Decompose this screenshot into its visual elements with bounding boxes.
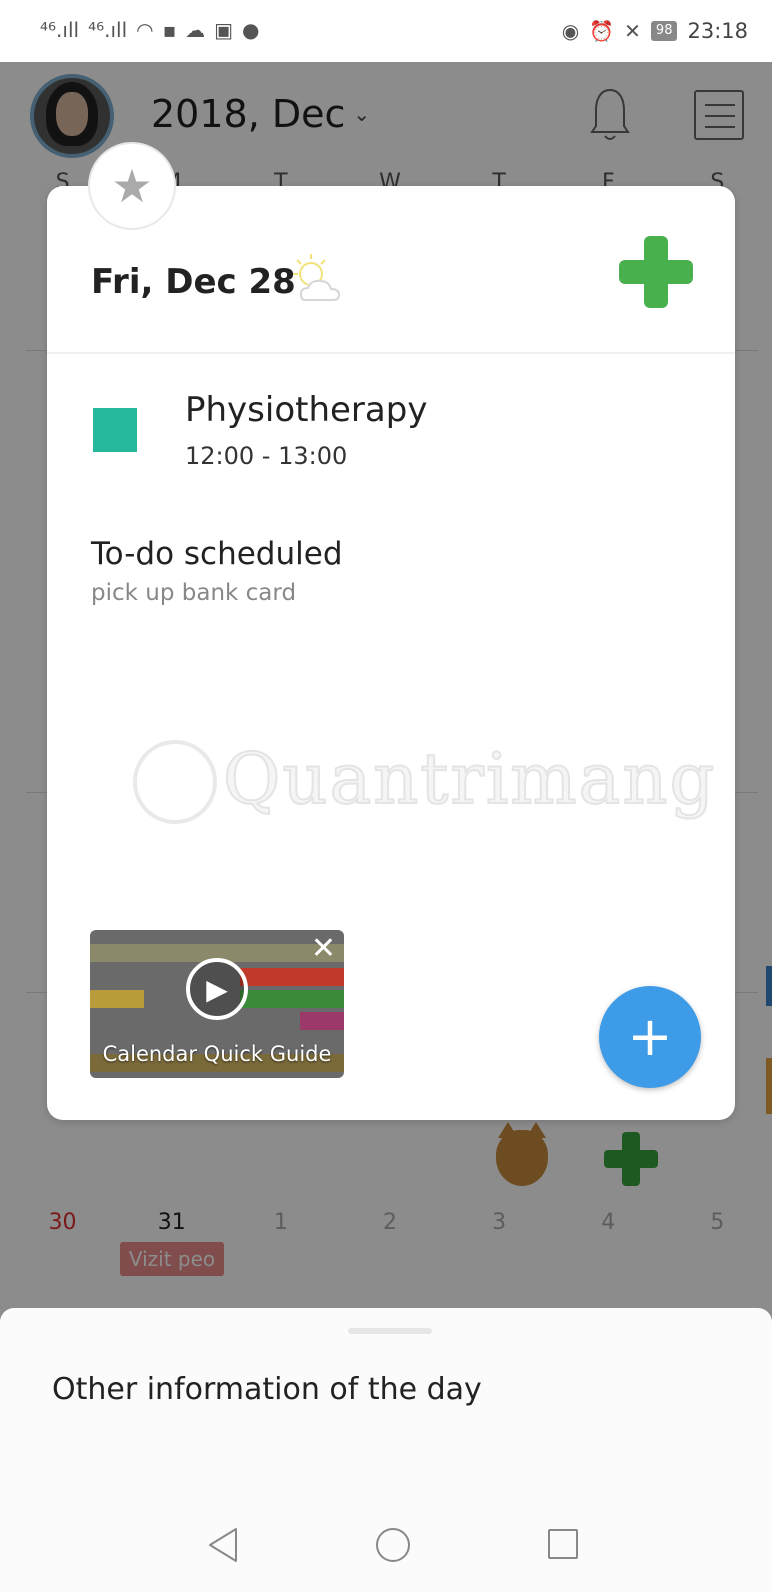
watermark-text: Quantrimang (222, 737, 717, 821)
star-icon: ★ (111, 159, 153, 213)
event-item[interactable]: Physiotherapy 12:00 - 13:00 (91, 386, 691, 486)
partly-cloudy-icon (293, 254, 341, 301)
divider (47, 352, 735, 354)
todo-section-title: To-do scheduled (91, 536, 343, 572)
gallery-icon: ▣ (214, 18, 234, 42)
mute-icon: ✕ (624, 19, 641, 43)
clock: 23:18 (687, 19, 748, 43)
todo-item[interactable]: pick up bank card (91, 580, 296, 606)
status-icons-left: ⁴⁶.ıll ⁴⁶.ıll ◠ ▪ ☁ ▣ ● (40, 18, 260, 42)
cloud-icon: ☁ (185, 18, 206, 42)
event-color-swatch (93, 408, 137, 452)
thumbnail-stripe (300, 1012, 344, 1030)
recent-apps-icon[interactable] (548, 1529, 578, 1559)
thumbnail-stripe (240, 968, 344, 986)
battery-indicator: 98 (650, 21, 678, 41)
eye-comfort-icon: ◉ (561, 19, 580, 43)
back-icon[interactable] (206, 1526, 240, 1564)
green-cross-icon[interactable] (619, 236, 693, 308)
home-icon[interactable] (376, 1528, 410, 1562)
favorite-button[interactable]: ★ (88, 142, 176, 230)
status-bar: ⁴⁶.ıll ⁴⁶.ıll ◠ ▪ ☁ ▣ ● ◉ ⏰ ✕ 98 23:18 (0, 0, 772, 62)
system-navigation-bar (0, 1508, 772, 1592)
event-time: 12:00 - 13:00 (185, 442, 348, 470)
lightbulb-icon (133, 740, 217, 824)
alarm-icon: ⏰ (589, 19, 615, 43)
selected-date: Fri, Dec 28 (91, 262, 296, 302)
thumbnail-stripe (90, 990, 144, 1008)
watermark: Quantrimang (127, 734, 715, 834)
signal-icon: ⁴⁶.ıll (40, 18, 80, 42)
quick-guide-label: Calendar Quick Guide (102, 1042, 332, 1066)
play-icon[interactable]: ▶ (186, 958, 248, 1020)
add-event-button[interactable]: + (599, 986, 701, 1088)
thumbnail-stripe (240, 990, 344, 1008)
bottom-sheet-title: Other information of the day (52, 1372, 482, 1407)
event-title: Physiotherapy (185, 390, 428, 430)
day-detail-card: ★ Fri, Dec 28 Physiotherapy 12:00 - 13:0… (47, 142, 735, 1120)
close-icon[interactable]: ✕ (311, 934, 336, 964)
bottom-sheet[interactable]: Other information of the day (0, 1308, 772, 1508)
quick-guide-video[interactable]: ▶ ✕ Calendar Quick Guide (90, 930, 344, 1078)
wifi-icon: ◠ (136, 18, 154, 42)
status-icons-right: ◉ ⏰ ✕ 98 23:18 (562, 18, 748, 44)
signal-icon: ⁴⁶.ıll (88, 18, 128, 42)
messenger-icon: ● (242, 18, 260, 42)
drag-handle[interactable] (348, 1328, 432, 1334)
app-notification-icon: ▪ (162, 18, 177, 42)
